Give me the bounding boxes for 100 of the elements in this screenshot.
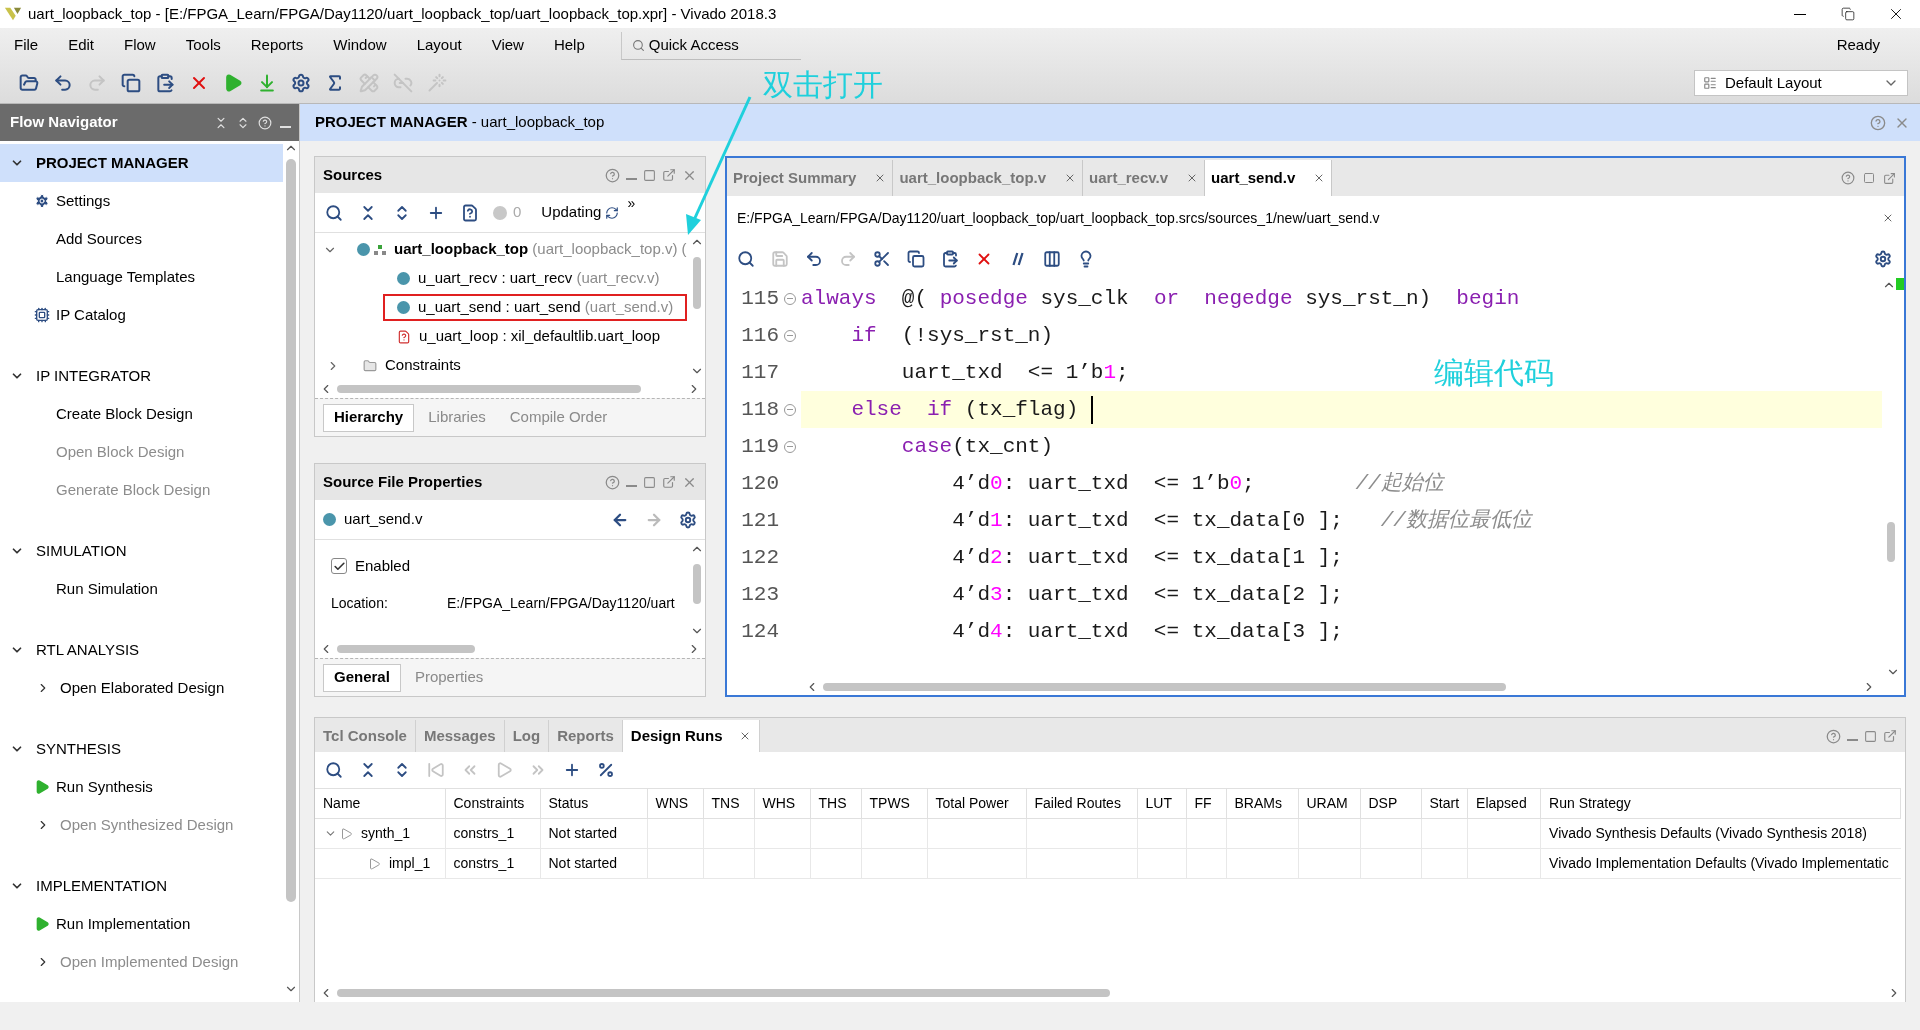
nav-item[interactable]: IP Catalog [56,303,126,327]
check-icon [332,559,346,573]
help-icon[interactable] [1826,728,1841,744]
window-title: uart_loopback_top - [E:/FPGA_Learn/FPGA/Day1120/uart_loopback_top/uart_loopback_top.xpr] - Vivado 2018.3 [28,3,777,24]
collapse-all-icon[interactable] [214,115,228,130]
panel-tab[interactable]: Hierarchy [323,403,415,432]
table-cell: Vivado Synthesis Defaults (Vivado Synthesis 2018) [1540,818,1901,849]
console-tab[interactable]: Design Runs [622,720,760,752]
column-header[interactable]: Start [1421,788,1468,819]
nav-item[interactable]: Create Block Design [56,402,193,426]
nav-item[interactable]: Run Simulation [56,577,158,601]
section-header[interactable]: SYNTHESIS [0,730,283,768]
more-button[interactable]: » [627,193,636,214]
nav-item[interactable]: Language Templates [56,265,195,289]
status-text: Ready [1836,35,1880,56]
column-header[interactable]: Name [315,788,445,819]
table-cell: constrs_1 [445,848,540,879]
column-header[interactable]: Run Strategy [1540,788,1901,819]
console-tab[interactable]: Messages [415,720,505,752]
float-icon[interactable] [1883,729,1897,743]
minimize-icon[interactable] [280,125,291,128]
tree-item-label: u_uart_loop : xil_defaultlib.uart_loop [419,326,660,347]
section-header[interactable]: RTL ANALYSIS [0,631,283,669]
menu-item[interactable]: File [14,34,39,57]
section-header[interactable]: IMPLEMENTATION [0,867,283,905]
float-icon[interactable] [1883,171,1896,185]
progress-text: Updating [541,202,602,223]
console-tab[interactable]: Tcl Console [315,720,416,752]
column-header[interactable]: DSP [1360,788,1421,819]
table-cell-text: synth_1 [361,824,411,843]
menu-item[interactable]: Tools [185,34,221,57]
tree-item-label: u_uart_recv : uart_recv (uart_recv.v) [418,268,660,289]
table-cell: Vivado Implementation Defaults (Vivado Implementatic [1540,848,1901,879]
section-header[interactable]: PROJECT MANAGER [0,144,283,182]
nav-item[interactable]: Run Implementation [56,912,191,936]
menu-item[interactable]: Reports [250,34,304,57]
quick-access-field[interactable]: Quick Access [648,33,779,57]
play-icon [34,779,50,795]
section-header[interactable]: SIMULATION [0,532,283,570]
line-number: 118 [740,396,779,423]
float-icon[interactable] [662,168,676,182]
folder-icon [19,73,39,93]
maximize-icon[interactable] [643,475,656,489]
menu-item[interactable]: Window [333,34,387,57]
column-header[interactable]: Total Power [927,788,1026,819]
close-icon[interactable] [1882,212,1894,224]
float-icon[interactable] [662,475,676,489]
column-header[interactable]: LUT [1137,788,1186,819]
menu-item[interactable]: Layout [416,34,462,57]
settings-icon[interactable] [679,510,697,529]
column-header[interactable]: BRAMs [1226,788,1298,819]
line-number: 123 [740,581,779,608]
maximize-icon[interactable] [643,168,656,182]
panel-tab[interactable]: General [323,663,401,692]
table-cell: Not started [540,818,647,849]
scissors-icon [873,250,891,268]
maximize-icon[interactable] [1864,729,1877,743]
maximize-icon[interactable] [1863,172,1875,184]
help-icon[interactable] [1841,171,1855,185]
column-header[interactable]: THS [810,788,861,819]
nav-item[interactable]: Open Elaborated Design [60,676,225,700]
nav-item[interactable]: Run Synthesis [56,775,153,799]
nav-item[interactable]: Add Sources [56,227,142,251]
menu-item[interactable]: Flow [124,34,156,57]
column-header[interactable]: WNS [647,788,703,819]
menu-item[interactable]: Edit [68,34,95,57]
menu-item[interactable]: View [491,34,524,57]
settings-icon[interactable] [1874,250,1892,268]
layout-dropdown[interactable]: Default Layout [1694,70,1908,96]
menu-item[interactable]: Help [553,34,585,57]
column-header[interactable]: TNS [703,788,754,819]
column-header[interactable]: Failed Routes [1026,788,1137,819]
help-icon[interactable] [1870,114,1886,131]
nav-item[interactable]: Settings [56,189,111,213]
editor-tab[interactable]: uart_send.v [1205,160,1333,196]
tree-item[interactable]: u_uart_recv : uart_recv (uart_recv.v) [383,265,674,292]
minimize-icon [1794,13,1806,15]
help-icon[interactable] [605,474,620,490]
code-line: always @( posedge sys_clk or negedge sys_rst_n) begin [801,285,1520,312]
undo-icon [53,73,73,93]
tree-item[interactable]: Constraints [349,352,475,379]
tree-item[interactable]: uart_loopback_top (uart_loopback_top.v) ( [343,236,689,263]
copy-icon [907,250,925,268]
column-header[interactable]: Constraints [445,788,540,819]
column-header[interactable]: URAM [1298,788,1360,819]
column-header[interactable]: FF [1186,788,1226,819]
column-header[interactable]: Elapsed [1467,788,1541,819]
tree-item[interactable]: u_uart_send : uart_send (uart_send.v) [383,294,688,321]
help-icon[interactable] [605,167,620,183]
checkbox[interactable] [331,558,347,574]
column-header[interactable]: Status [540,788,647,819]
column-header[interactable]: WHS [754,788,810,819]
tree-item[interactable]: u_uart_loop : xil_defaultlib.uart_loop [383,323,674,350]
panel-title: Source File Properties [323,471,483,492]
console-tab[interactable]: Reports [549,720,623,752]
column-header[interactable]: TPWS [861,788,927,819]
undo-icon [805,250,823,268]
console-tab[interactable]: Log [504,720,550,752]
line-number: 117 [740,359,779,386]
section-header[interactable]: IP INTEGRATOR [0,357,283,395]
